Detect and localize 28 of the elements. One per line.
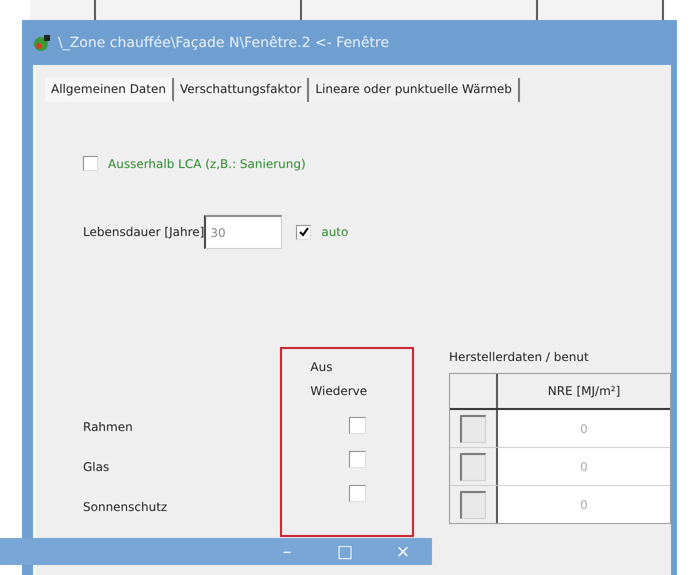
lifetime-field[interactable]: 30 <box>204 215 282 249</box>
app-icon <box>32 32 52 52</box>
window-button[interactable]: – <box>258 538 316 565</box>
window-title: \_Zone chauffée\Façade N\Fenêtre.2 <- Fenêtre <box>58 34 390 50</box>
column-header: Aus <box>310 359 332 376</box>
table-cell-text: 0 <box>579 458 589 476</box>
checkbox-label: auto <box>321 225 348 239</box>
component-label: Sonnenschutz <box>83 499 168 516</box>
table-cell-text: 0 <box>579 496 589 514</box>
checkbox[interactable] <box>296 224 312 240</box>
checkbox-label: Ausserhalb LCA (z,B.: Sanierung) <box>108 156 306 170</box>
window-button[interactable]: □ <box>316 538 374 565</box>
field-label: Lebensdauer [Jahre] <box>83 225 204 239</box>
column-header: NRE [MJ/m²] <box>546 383 622 400</box>
table-cell-text: 0 <box>579 420 589 438</box>
checkbox[interactable] <box>348 451 366 468</box>
checkbox[interactable] <box>348 417 366 434</box>
checkbox[interactable] <box>83 156 98 171</box>
tab[interactable]: Allgemeinen Daten <box>45 78 174 102</box>
row-selector[interactable] <box>460 414 486 442</box>
component-label: Glas <box>83 459 110 476</box>
row-selector[interactable] <box>460 490 486 518</box>
column-header: Wiederve <box>310 383 368 400</box>
section-title: Herstellerdaten / benut <box>449 349 590 366</box>
row-selector[interactable] <box>460 452 486 480</box>
component-label: Rahmen <box>83 419 134 436</box>
checkbox[interactable] <box>348 485 366 502</box>
window-button[interactable]: × <box>374 538 432 565</box>
